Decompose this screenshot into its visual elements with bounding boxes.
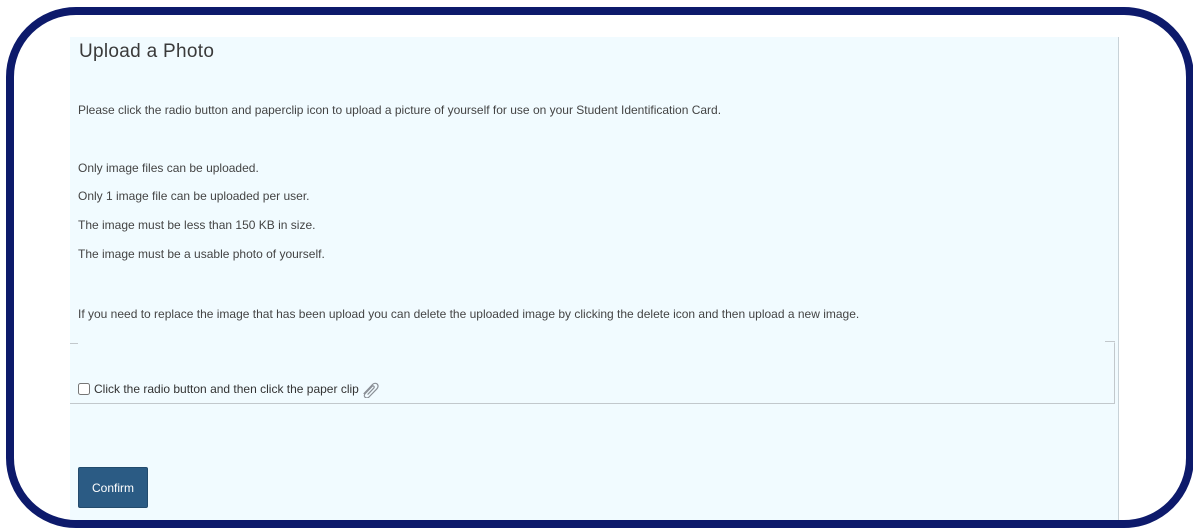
- upload-checkbox-row[interactable]: Click the radio button and then click th…: [78, 380, 380, 399]
- replace-note: If you need to replace the image that ha…: [78, 307, 860, 321]
- rule-size-limit: The image must be less than 150 KB in si…: [78, 218, 316, 232]
- upload-photo-panel: Upload a Photo Please click the radio bu…: [70, 37, 1119, 520]
- rounded-frame: Upload a Photo Please click the radio bu…: [6, 7, 1193, 528]
- rule-usable-photo: The image must be a usable photo of your…: [78, 247, 325, 261]
- intro-text: Please click the radio button and paperc…: [78, 103, 722, 117]
- box-edge-left: [70, 343, 78, 344]
- rule-image-only: Only image files can be uploaded.: [78, 161, 259, 175]
- upload-field-box: Click the radio button and then click th…: [70, 341, 1115, 404]
- upload-checkbox[interactable]: [78, 383, 90, 395]
- page-title: Upload a Photo: [79, 41, 215, 62]
- rule-one-file: Only 1 image file can be uploaded per us…: [78, 189, 310, 203]
- confirm-button[interactable]: Confirm: [78, 467, 148, 508]
- box-edge-right: [1105, 341, 1115, 342]
- upload-checkbox-label: Click the radio button and then click th…: [94, 382, 359, 396]
- paperclip-icon[interactable]: [360, 380, 380, 399]
